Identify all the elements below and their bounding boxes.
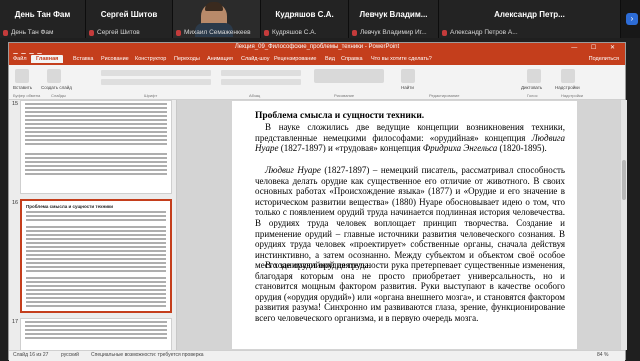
- paragraph-controls[interactable]: [221, 70, 301, 76]
- participants-strip: День Тан Фам День Тан Фам Сергей Шитов С…: [0, 0, 640, 38]
- group-paragraph: Абзац: [249, 93, 261, 98]
- mic-muted-icon: [89, 30, 94, 36]
- window-controls[interactable]: — ☐ ✕: [571, 44, 621, 51]
- mic-muted-icon: [3, 30, 8, 36]
- slide-number: 16: [12, 200, 19, 206]
- slide-paragraph-2[interactable]: Людвиг Нуаре (1827-1897) – немецкий писа…: [255, 165, 565, 271]
- group-addins: Надстройки: [561, 93, 583, 98]
- window-title: Лекция_09_Философские_проблемы_техники -…: [234, 44, 400, 50]
- tab-transitions[interactable]: Переходы: [174, 56, 200, 62]
- participant-tile[interactable]: Кудряшов С.А. Кудряшов С.А.: [261, 0, 349, 38]
- find-icon[interactable]: [401, 69, 415, 83]
- participant-name: День Тан Фам: [14, 10, 71, 19]
- tab-review[interactable]: Рецензирование: [274, 56, 316, 62]
- slide-number: 17: [12, 319, 19, 325]
- slide-thumbnail[interactable]: [20, 318, 172, 350]
- tab-animations[interactable]: Анимация: [207, 56, 233, 62]
- participant-name: Александр Петр...: [494, 10, 565, 19]
- accessibility-status[interactable]: Специальные возможности: требуется прове…: [91, 352, 204, 358]
- dictate-icon[interactable]: [527, 69, 541, 83]
- language[interactable]: русский: [61, 352, 79, 358]
- font-format-controls[interactable]: [101, 79, 211, 85]
- group-editing: Редактирование: [429, 93, 460, 98]
- participant-label: Александр Петров А...: [450, 29, 518, 36]
- current-slide[interactable]: Проблема смысла и сущности техники. В на…: [232, 101, 577, 349]
- group-slides: Слайды: [51, 93, 66, 98]
- participant-label: Кудряшов С.А.: [272, 29, 317, 36]
- status-bar: Слайд 16 из 27 русский Специальные возмо…: [9, 350, 625, 361]
- participant-tile[interactable]: Александр Петр... Александр Петров А...: [439, 0, 621, 38]
- thumbnail-title: Проблема смысла и сущности техники: [26, 204, 114, 209]
- ribbon: Вставить Создать слайд Найти Диктовать Н…: [9, 65, 625, 100]
- participant-tile[interactable]: Михаил Семаженкеев: [173, 0, 261, 38]
- group-font: Шрифт: [144, 93, 158, 98]
- paste-icon[interactable]: [15, 69, 29, 83]
- mic-muted-icon: [442, 30, 447, 36]
- scrollbar-thumb[interactable]: [622, 160, 626, 200]
- vertical-scrollbar[interactable]: [621, 100, 627, 350]
- paste-label: Вставить: [13, 85, 33, 90]
- tab-slideshow[interactable]: Слайд-шоу: [241, 56, 270, 62]
- participant-label: Михаил Семаженкеев: [184, 29, 251, 36]
- tab-file[interactable]: Файл: [13, 56, 27, 62]
- participant-tile[interactable]: Левчук Владим... Левчук Владимир Иг...: [349, 0, 439, 38]
- zoom-level[interactable]: 84 %: [597, 352, 608, 358]
- group-drawing: Рисование: [334, 93, 355, 98]
- participant-name: Сергей Шитов: [100, 10, 158, 19]
- slide-editing-area: Проблема смысла и сущности техники. В на…: [177, 100, 625, 350]
- mic-muted-icon: [176, 30, 181, 36]
- new-slide-icon[interactable]: [47, 69, 61, 83]
- tab-draw[interactable]: Рисование: [101, 56, 129, 62]
- shapes-gallery[interactable]: [314, 69, 384, 83]
- participant-name: Кудряшов С.А.: [275, 10, 334, 19]
- tell-me-search[interactable]: Что вы хотите сделать?: [371, 56, 432, 62]
- mic-muted-icon: [352, 30, 357, 36]
- ribbon-tabs: Файл Главная Вставка Рисование Конструкт…: [9, 54, 625, 65]
- tab-view[interactable]: Вид: [325, 56, 335, 62]
- participant-label: Сергей Шитов: [97, 29, 140, 36]
- addins-label: Надстройки: [555, 85, 580, 90]
- find-label: Найти: [401, 85, 414, 90]
- participant-name: Левчук Владим...: [359, 10, 428, 19]
- slide-count: Слайд 16 из 27: [13, 352, 49, 358]
- participant-label: Левчук Владимир Иг...: [360, 29, 427, 36]
- mic-muted-icon: [264, 30, 269, 36]
- tab-help[interactable]: Справка: [341, 56, 363, 62]
- participant-tile[interactable]: День Тан Фам День Тан Фам: [0, 0, 86, 38]
- addins-icon[interactable]: [561, 69, 575, 83]
- slide-thumbnail-selected[interactable]: Проблема смысла и сущности техники: [20, 199, 172, 313]
- slide-thumbnail[interactable]: [20, 100, 172, 194]
- new-slide-label: Создать слайд: [41, 85, 72, 90]
- slide-title[interactable]: Проблема смысла и сущности техники.: [255, 111, 424, 121]
- title-bar: Лекция_09_Философские_проблемы_техники -…: [9, 43, 625, 58]
- tab-insert[interactable]: Вставка: [73, 56, 93, 62]
- dictate-label: Диктовать: [521, 85, 543, 90]
- powerpoint-window: Лекция_09_Философские_проблемы_техники -…: [8, 42, 627, 361]
- tab-design[interactable]: Конструктор: [135, 56, 166, 62]
- group-clipboard: Буфер обмена: [13, 93, 41, 98]
- align-controls[interactable]: [221, 79, 301, 85]
- slide-paragraph-3[interactable]: В ходе орудийной деятельности рука прете…: [255, 260, 565, 324]
- tab-home[interactable]: Главная: [31, 55, 64, 63]
- participant-tile[interactable]: Сергей Шитов Сергей Шитов: [86, 0, 173, 38]
- font-controls[interactable]: [101, 70, 211, 76]
- slide-thumbnail-panel: 15 16 Проблема смысла и сущности техники…: [9, 100, 177, 350]
- share-button[interactable]: Поделиться: [589, 56, 619, 62]
- next-participants-button[interactable]: ›: [626, 13, 638, 25]
- group-voice: Голос: [527, 93, 538, 98]
- slide-number: 15: [12, 101, 19, 107]
- participant-label: День Тан Фам: [11, 29, 54, 36]
- slide-paragraph-1[interactable]: В науке сложились две ведущие концепции …: [255, 122, 565, 154]
